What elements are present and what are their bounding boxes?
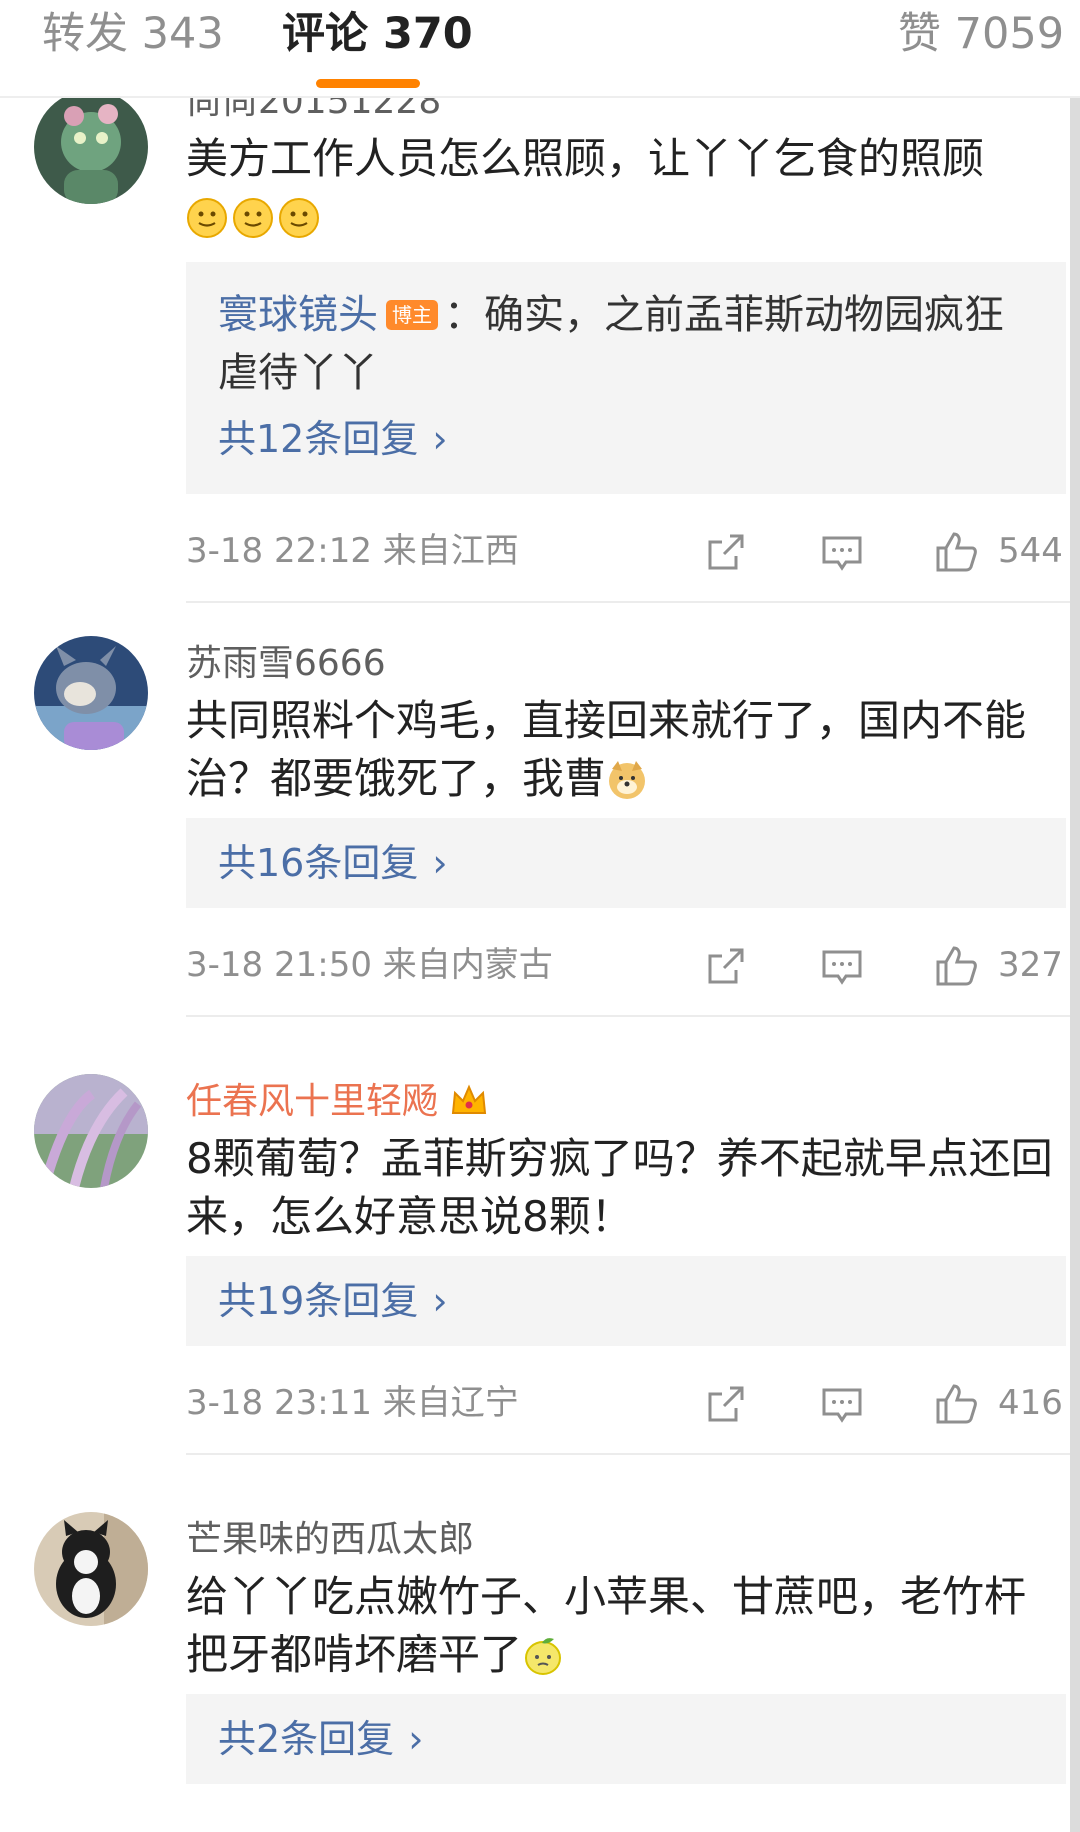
chevron-right-icon: ›	[432, 1279, 448, 1323]
reply-preview[interactable]: 共16条回复 ›	[186, 818, 1066, 908]
tab-repost[interactable]: 转发 343	[42, 6, 224, 62]
reply-author[interactable]: 寰球镜头	[218, 292, 378, 338]
crown-icon	[452, 1084, 487, 1114]
comment-text: 美方工作人员怎么照顾，让丫丫乞食的照顾	[186, 130, 1066, 246]
comment-text: 共同照料个鸡毛，直接回来就行了，国内不能治？都要饿死了，我曹	[186, 692, 1066, 808]
comment-meta: 3-18 21:50 来自内蒙古 327	[186, 940, 1066, 990]
like-count: 416	[998, 1383, 1063, 1423]
comment-icon[interactable]	[820, 1382, 864, 1426]
smile-emoji	[233, 198, 273, 238]
reply-count: 共2条回复	[218, 1717, 395, 1761]
share-icon[interactable]	[704, 944, 748, 988]
scroll-edge	[1070, 0, 1080, 1832]
doge-emoji	[609, 761, 646, 799]
comment-text-body: 给丫丫吃点嫩竹子、小苹果、甘蔗吧，老竹杆把牙都啃坏磨平了	[186, 1572, 1027, 1679]
smile-emoji	[279, 198, 319, 238]
share-icon[interactable]	[704, 1382, 748, 1426]
reply-count-link[interactable]: 共2条回复 ›	[218, 1714, 423, 1764]
chevron-right-icon: ›	[432, 841, 448, 885]
lemon-emoji	[525, 1638, 562, 1675]
chevron-right-icon: ›	[408, 1717, 424, 1761]
comment-text-body: 美方工作人员怎么照顾，让丫丫乞食的照顾	[186, 134, 985, 183]
username[interactable]: 任春风十里轻飏	[186, 1080, 489, 1124]
comment-text: 给丫丫吃点嫩竹子、小苹果、甘蔗吧，老竹杆把牙都啃坏磨平了	[186, 1568, 1066, 1684]
smile-emoji	[187, 198, 227, 238]
like-count: 327	[998, 945, 1063, 985]
comment-text: 8颗葡萄？孟菲斯穷疯了吗？养不起就早点还回来，怎么好意思说8颗！	[186, 1134, 1053, 1241]
comment-icon[interactable]	[820, 530, 864, 574]
comment-icon[interactable]	[820, 944, 864, 988]
reply-preview[interactable]: 共19条回复 ›	[186, 1256, 1066, 1346]
like-icon[interactable]	[934, 530, 978, 574]
reply-count: 共16条回复	[218, 841, 419, 885]
like-count: 544	[998, 531, 1063, 571]
like-icon[interactable]	[934, 1382, 978, 1426]
comment-time: 3-18 23:11 来自辽宁	[186, 1383, 519, 1423]
reply-count-link[interactable]: 共12条回复 ›	[218, 414, 448, 464]
comment-time: 3-18 21:50 来自内蒙古	[186, 945, 553, 985]
comment-meta: 3-18 22:12 来自江西 544	[186, 526, 1066, 576]
tab-likes[interactable]: 赞 7059	[898, 6, 1064, 62]
divider	[186, 601, 1080, 603]
divider	[186, 1015, 1080, 1017]
reply-preview[interactable]: 寰球镜头 博主 ：确实，之前孟菲斯动物园疯狂虐待丫丫 共12条回复 ›	[186, 262, 1066, 494]
reply-count: 共19条回复	[218, 1279, 419, 1323]
reply-quote: 寰球镜头 博主 ：确实，之前孟菲斯动物园疯狂虐待丫丫	[218, 286, 1038, 402]
username-text: 任春风十里轻飏	[186, 1081, 439, 1122]
avatar[interactable]	[34, 1074, 148, 1188]
share-icon[interactable]	[704, 530, 748, 574]
tab-comments[interactable]: 评论 370	[282, 6, 473, 62]
comment-time: 3-18 22:12 来自江西	[186, 531, 519, 571]
chevron-right-icon: ›	[432, 417, 448, 461]
username[interactable]: 芒果味的西瓜太郎	[186, 1518, 474, 1562]
divider	[186, 1453, 1080, 1455]
username[interactable]: 苏雨雪6666	[186, 642, 386, 686]
avatar[interactable]	[34, 636, 148, 750]
avatar[interactable]	[34, 90, 148, 204]
comment-meta: 3-18 23:11 来自辽宁 416	[186, 1378, 1066, 1428]
reply-preview[interactable]: 共2条回复 ›	[186, 1694, 1066, 1784]
reply-count: 共12条回复	[218, 417, 419, 461]
comment-tabs: 转发 343 评论 370 赞 7059	[0, 0, 1080, 98]
like-icon[interactable]	[934, 944, 978, 988]
reply-count-link[interactable]: 共16条回复 ›	[218, 838, 448, 888]
avatar[interactable]	[34, 1512, 148, 1626]
author-badge: 博主	[386, 300, 438, 330]
reply-count-link[interactable]: 共19条回复 ›	[218, 1276, 448, 1326]
active-tab-indicator	[316, 79, 420, 88]
